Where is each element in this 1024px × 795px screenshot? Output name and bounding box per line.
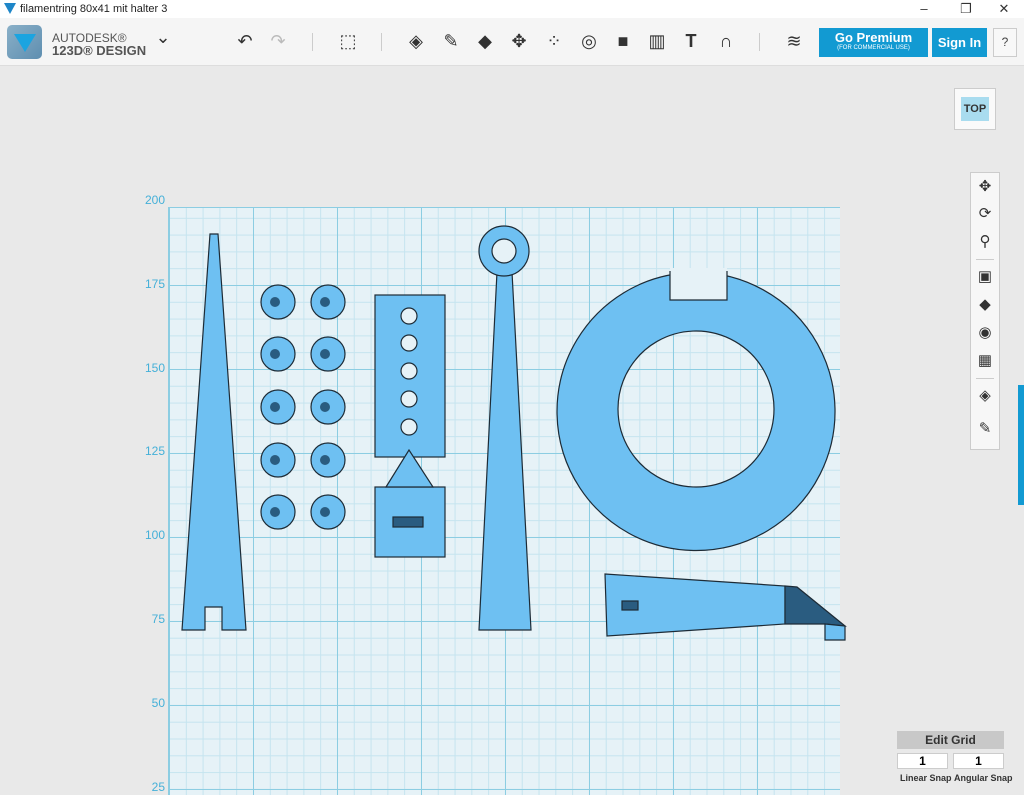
view-cube[interactable]: TOP	[954, 88, 996, 130]
view-cube-top-face[interactable]: TOP	[961, 97, 989, 121]
pan-icon[interactable]: ✥	[974, 176, 996, 198]
edit-grid-button[interactable]: Edit Grid	[897, 731, 1004, 749]
orbit-icon[interactable]: ⟳	[974, 203, 996, 225]
grid-view-icon[interactable]: ▦	[974, 350, 996, 372]
sketch-visibility-icon[interactable]: ✎	[974, 418, 996, 440]
zoom-icon[interactable]: ⚲	[974, 231, 996, 253]
bracket-part[interactable]	[604, 573, 847, 641]
filament-ring-part[interactable]	[556, 268, 836, 552]
divider	[976, 378, 994, 379]
fit-icon[interactable]: ▣	[974, 266, 996, 288]
middle-spike-part[interactable]	[478, 225, 532, 631]
linear-snap-input[interactable]: 1	[897, 753, 948, 769]
visibility-eye-icon[interactable]: ◉	[974, 322, 996, 344]
holder-block-part[interactable]	[374, 294, 446, 558]
navigation-bar: ✥ ⟳ ⚲ ▣ ◆ ◉ ▦ ◈ ✎	[970, 172, 1000, 450]
model-parts	[181, 225, 847, 641]
left-spike-part[interactable]	[181, 233, 247, 631]
linear-snap-label: Linear Snap	[900, 773, 952, 783]
material-icon[interactable]: ◈	[974, 385, 996, 407]
angular-snap-input[interactable]: 1	[953, 753, 1004, 769]
angular-snap-label: Angular Snap	[954, 773, 1013, 783]
view-cube-toggle-icon[interactable]: ◆	[974, 294, 996, 316]
divider	[976, 259, 994, 260]
washers-part[interactable]	[260, 284, 346, 530]
side-panel-toggle[interactable]	[1018, 385, 1024, 505]
